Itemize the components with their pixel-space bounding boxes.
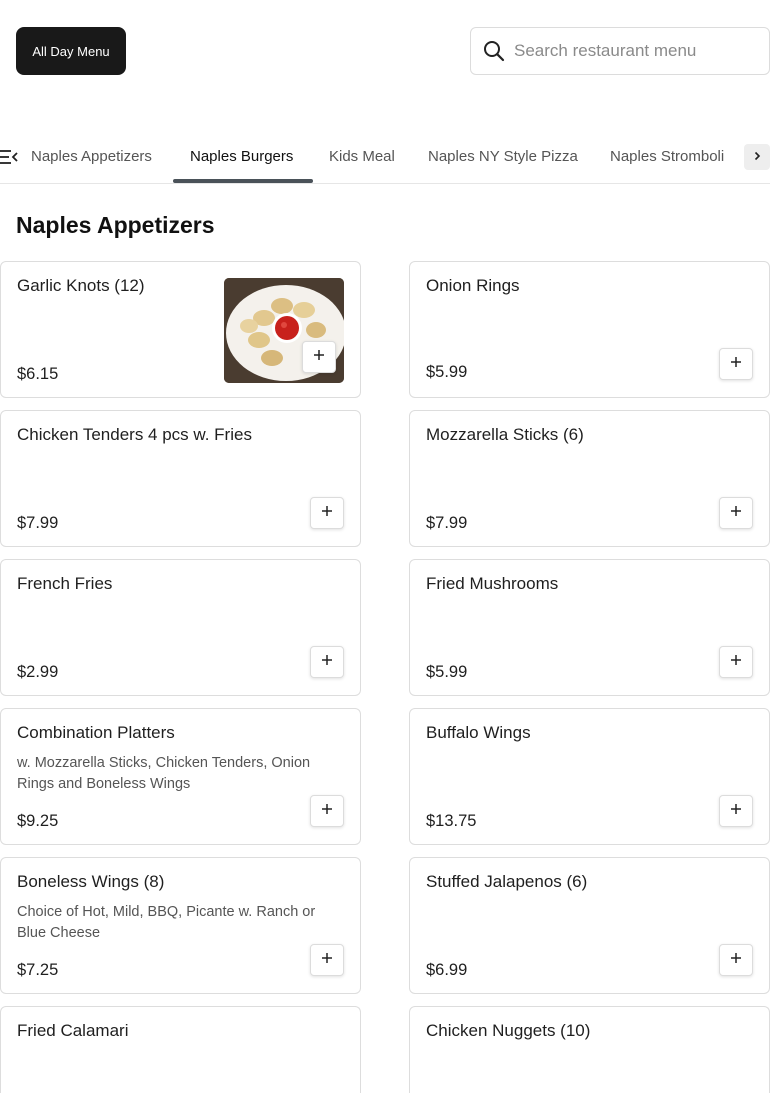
tab-naples-stromboli[interactable]: Naples Stromboli [610, 131, 724, 183]
header: All Day Menu [0, 0, 770, 100]
menu-item-card[interactable]: Combination Platters w. Mozzarella Stick… [0, 708, 361, 845]
plus-icon [321, 653, 333, 671]
menu-item-card[interactable]: Chicken Nuggets (10) [409, 1006, 770, 1093]
item-name: Garlic Knots (12) [17, 276, 145, 295]
menu-item-card[interactable]: Fried Calamari [0, 1006, 361, 1093]
add-item-button[interactable] [302, 341, 336, 373]
item-name: Buffalo Wings [426, 723, 531, 742]
add-item-button[interactable] [310, 497, 344, 529]
search-box[interactable] [470, 27, 770, 75]
menu-item-card[interactable]: Onion Rings $5.99 [409, 261, 770, 398]
item-description: w. Mozzarella Sticks, Chicken Tenders, O… [17, 755, 311, 792]
chevron-right-icon [752, 148, 762, 166]
menu-item-card[interactable]: Chicken Tenders 4 pcs w. Fries $7.99 [0, 410, 361, 547]
plus-icon [730, 653, 742, 671]
menu-list-icon[interactable] [0, 149, 18, 165]
item-name: Combination Platters [17, 723, 175, 742]
item-price: $6.99 [426, 961, 468, 979]
item-price: $7.99 [426, 514, 468, 532]
tab-naples-burgers[interactable]: Naples Burgers [190, 131, 293, 183]
menu-item-card[interactable]: Garlic Knots (12) $6.15 [0, 261, 361, 398]
section-title: Naples Appetizers [16, 212, 215, 238]
plus-icon [321, 951, 333, 969]
plus-icon [321, 504, 333, 522]
menu-item-card[interactable]: Buffalo Wings $13.75 [409, 708, 770, 845]
item-name: Fried Calamari [17, 1021, 129, 1040]
item-price: $13.75 [426, 812, 477, 830]
menu-item-card[interactable]: Stuffed Jalapenos (6) $6.99 [409, 857, 770, 994]
tab-kids-meal[interactable]: Kids Meal [329, 131, 395, 183]
add-item-button[interactable] [719, 348, 753, 380]
item-name: Chicken Tenders 4 pcs w. Fries [17, 425, 252, 444]
item-name: Mozzarella Sticks (6) [426, 425, 584, 444]
item-name: Onion Rings [426, 276, 520, 295]
category-tabs: Naples Appetizers Naples Burgers Kids Me… [0, 131, 770, 184]
item-name: Chicken Nuggets (10) [426, 1021, 591, 1040]
add-item-button[interactable] [310, 944, 344, 976]
item-price: $5.99 [426, 363, 468, 381]
item-name: Boneless Wings (8) [17, 872, 165, 891]
item-name: Stuffed Jalapenos (6) [426, 872, 588, 891]
menu-item-card[interactable]: Boneless Wings (8) Choice of Hot, Mild, … [0, 857, 361, 994]
item-name: Fried Mushrooms [426, 574, 559, 593]
search-icon [483, 40, 505, 62]
item-photo [224, 278, 344, 383]
search-input[interactable] [514, 41, 754, 61]
plus-icon [730, 951, 742, 969]
add-item-button[interactable] [310, 646, 344, 678]
plus-icon [313, 348, 325, 366]
add-item-button[interactable] [719, 497, 753, 529]
tab-naples-appetizers[interactable]: Naples Appetizers [31, 131, 152, 183]
item-price: $2.99 [17, 663, 59, 681]
item-price: $7.25 [17, 961, 59, 979]
plus-icon [730, 355, 742, 373]
menu-item-card[interactable]: French Fries $2.99 [0, 559, 361, 696]
menu-item-card[interactable]: Mozzarella Sticks (6) $7.99 [409, 410, 770, 547]
plus-icon [730, 504, 742, 522]
tabs-scroll-right-button[interactable] [744, 144, 770, 170]
tab-naples-ny-style-pizza[interactable]: Naples NY Style Pizza [428, 131, 578, 183]
plus-icon [730, 802, 742, 820]
item-price: $5.99 [426, 663, 468, 681]
add-item-button[interactable] [719, 795, 753, 827]
menu-item-card[interactable]: Fried Mushrooms $5.99 [409, 559, 770, 696]
item-description: Choice of Hot, Mild, BBQ, Picante w. Ran… [17, 904, 316, 941]
add-item-button[interactable] [310, 795, 344, 827]
add-item-button[interactable] [719, 944, 753, 976]
item-price: $6.15 [17, 365, 59, 383]
item-price: $9.25 [17, 812, 59, 830]
item-name: French Fries [17, 574, 113, 593]
plus-icon [321, 802, 333, 820]
active-tab-indicator [173, 179, 313, 183]
add-item-button[interactable] [719, 646, 753, 678]
all-day-menu-button[interactable]: All Day Menu [16, 27, 126, 75]
item-price: $7.99 [17, 514, 59, 532]
